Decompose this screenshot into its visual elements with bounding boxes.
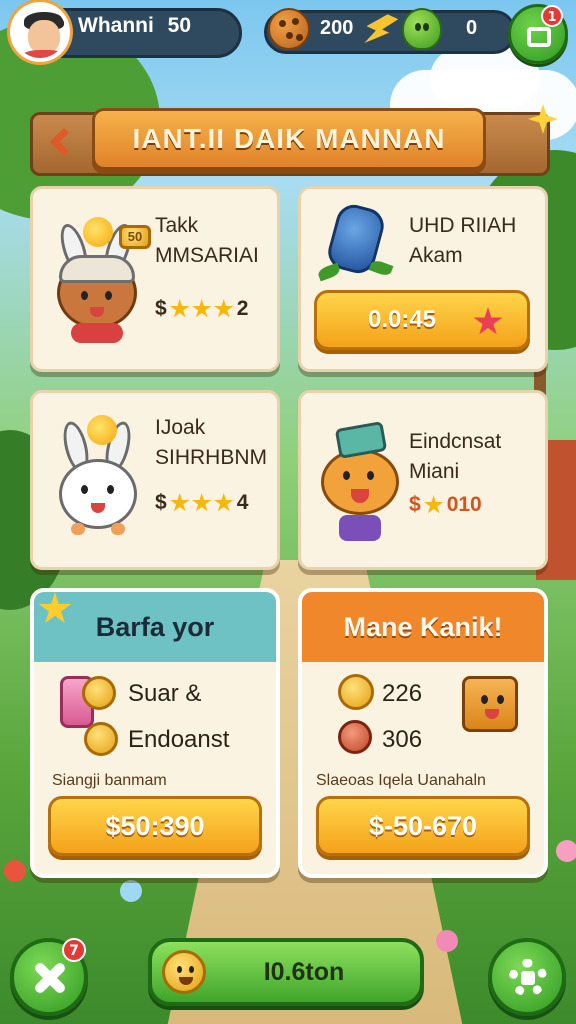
offer-1-header: Barfa yor: [34, 592, 276, 662]
shop-badge: 1: [541, 5, 563, 27]
card-3-price: $ 4: [155, 491, 249, 514]
close-badge: 7: [62, 938, 86, 962]
close-button[interactable]: 7: [10, 938, 88, 1016]
star-icon: [214, 299, 234, 318]
timer-value: 0.0:45: [367, 306, 437, 333]
star-icon: [214, 493, 234, 512]
page-title: IANT.II DAIK MANNAN: [132, 123, 446, 154]
deer-character: [319, 419, 405, 549]
bonus-coin-badge: 50: [119, 225, 151, 249]
offer-1-line1: Suar &: [128, 680, 202, 707]
star-icon: [192, 493, 212, 512]
card-4-title-line1: Eindcnsat: [409, 430, 502, 453]
offer-2-header: Mane Kanik!: [302, 592, 544, 662]
red-coin-icon: [338, 720, 372, 754]
sun-icon: [83, 217, 113, 247]
main-action-button[interactable]: I0.6ton: [148, 938, 424, 1006]
shop-card-4[interactable]: Eindcnsat Miani $ 010: [298, 390, 548, 570]
box-character: [462, 676, 518, 732]
player-name: Whanni: [78, 14, 154, 37]
back-button[interactable]: [36, 118, 84, 166]
star-icon: [170, 493, 190, 512]
card-1-price: $ 2: [155, 297, 249, 320]
player-level: 50: [167, 14, 192, 37]
offer-2-buy-button[interactable]: $-50-670: [316, 796, 530, 856]
back-arrow-icon: [49, 127, 79, 157]
card-4-title-line2: Miani: [409, 460, 460, 483]
card-1-title: Takk MMSARIAI: [155, 211, 259, 271]
star-icon: [424, 495, 444, 514]
coin-stack-icon: [84, 722, 118, 756]
coin-icon: [338, 674, 374, 710]
star-icon: [170, 299, 190, 318]
card-1-title-line1: Takk: [155, 214, 199, 237]
coin-count: 200: [320, 17, 354, 39]
settings-button[interactable]: [488, 938, 566, 1016]
cookie-icon: [268, 8, 310, 50]
offer-1-buy-button[interactable]: $50:390: [48, 796, 262, 856]
card-2-title-line1: UHD RIIAH: [409, 214, 517, 237]
smiley-coin-icon: [162, 950, 206, 994]
timer-button[interactable]: 0.0:45: [314, 290, 530, 350]
white-bunny-character: [55, 415, 145, 545]
card-1-title-line2: MMSARIAI: [155, 244, 259, 267]
offer-2-line2: 306: [382, 726, 423, 753]
card-3-title-line2: SIHRHBNM: [155, 446, 268, 469]
gear-icon: [509, 959, 547, 997]
star-icon: [192, 299, 212, 318]
title-banner: IANT.II DAIK MANNAN: [92, 108, 486, 170]
shop-button[interactable]: 1: [508, 4, 568, 64]
offer-2-subtitle: Slaeoas Iqela Uanahaln: [316, 772, 486, 789]
player-name-level: Whanni 50: [78, 14, 191, 38]
offer-2-line1: 226: [382, 680, 423, 707]
red-star-icon: [473, 307, 503, 335]
shop-bag-icon: [527, 27, 551, 47]
green-blob-icon: [402, 8, 442, 50]
offer-1-subtitle: Siangji banmam: [52, 772, 167, 789]
avatar[interactable]: [10, 2, 70, 62]
card-2-title-line2: Akam: [409, 244, 463, 267]
shop-card-3[interactable]: IJoak SIHRHBNM $ 4: [30, 390, 280, 570]
card-4-price: $ 010: [409, 493, 482, 516]
card-4-title: Eindcnsat Miani: [409, 427, 501, 487]
coin-icon: [82, 676, 116, 710]
card-3-title-line1: IJoak: [155, 416, 206, 439]
gem-count: 0: [466, 17, 478, 39]
offer-1-line2: Endoanst: [128, 726, 230, 753]
main-action-label: I0.6ton: [263, 957, 345, 986]
card-3-title: IJoak SIHRHBNM: [155, 413, 267, 473]
card-2-title: UHD RIIAH Akam: [409, 211, 516, 271]
shop-card-1[interactable]: 50 Takk MMSARIAI $ 2: [30, 186, 280, 372]
